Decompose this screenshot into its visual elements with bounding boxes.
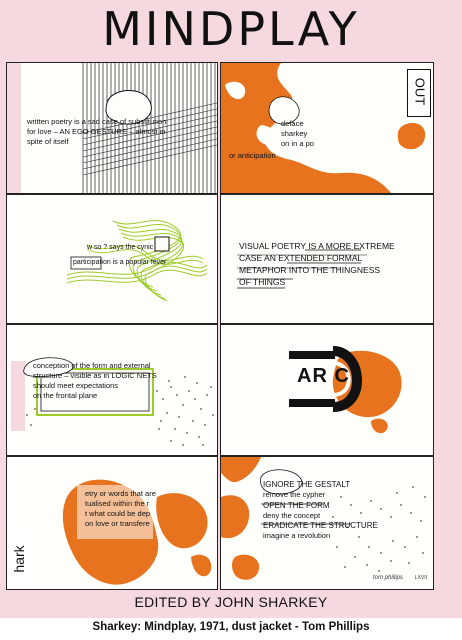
panel-arc: AR C: [220, 324, 434, 456]
panel-line: w so ? says the cynic: [87, 244, 154, 251]
artist-signature: tom phillips: [372, 575, 403, 581]
panel-line: conception of the form and external: [33, 361, 151, 370]
panel-visual-poetry: VISUAL POETRY IS A MORE EXTREME CASE AN …: [220, 194, 434, 324]
panel-participation: w so ? says the cynic participation is a…: [6, 194, 218, 324]
panel-line: written poetry is a sad case of substitu…: [27, 117, 167, 126]
panel-line: should meet expectations: [33, 381, 119, 390]
panel-line: spite of itself: [27, 137, 69, 146]
signature-date: LXVII: [414, 575, 427, 581]
panel-line: ERADICATE THE STRUCTURE: [263, 521, 378, 530]
arc-artwork: [289, 346, 402, 434]
panel-grid: written poetry is a sad case of substitu…: [6, 62, 434, 590]
panel-line: on the frontal plane: [33, 391, 98, 400]
arc-label: AR C: [297, 365, 350, 387]
panel-hark: hark etry or words that are tualised wit…: [6, 456, 218, 590]
panel-line: IGNORE THE GESTALT: [263, 480, 351, 489]
panel-line: participation is a popular fever: [73, 259, 167, 266]
out-label: OUT: [412, 77, 428, 106]
panel-line: sharkey: [281, 129, 308, 138]
editor-credit: EDITED BY JOHN SHARKEY: [134, 594, 328, 610]
panel-line: CASE AN EXTENDED FORMAL: [239, 253, 363, 263]
panel-logic-nets: conception of the form and external stru…: [6, 324, 218, 456]
panel-ego-gesture: written poetry is a sad case of substitu…: [6, 62, 218, 194]
image-caption: Sharkey: Mindplay, 1971, dust jacket - T…: [92, 621, 370, 633]
out-box: OUT: [407, 69, 431, 117]
panel-line: on in a po: [281, 139, 314, 148]
panel-line: OF THINGS: [239, 277, 286, 287]
panel-gestalt: IGNORE THE GESTALT remove the cypher OPE…: [220, 456, 434, 590]
panel-line: OPEN THE FORM: [263, 501, 330, 510]
panel-deface: OUT deface sharkey on in a po or anticip…: [220, 62, 434, 194]
panel-line: structure – visible as in LOGIC NETS: [33, 371, 157, 380]
panel-line: or anticipation: [229, 151, 276, 160]
panel-line: METAPHOR INTO THE THINGNESS: [239, 265, 381, 275]
panel-line: etry or words that are: [85, 489, 156, 498]
orange-stain-artwork: [221, 63, 426, 193]
panel-line: t what could be dep: [85, 509, 151, 518]
panel-line: remove the cypher: [263, 490, 326, 499]
panel-line: on love or transfere: [85, 519, 150, 528]
hark-box: hark: [7, 529, 31, 589]
panel-line: VISUAL POETRY IS A MORE EXTREME: [239, 241, 395, 251]
panel-line: imagine a revolution: [263, 531, 331, 540]
panel-line: tualised within the r: [85, 499, 150, 508]
panel-line: for love – AN EGO GESTURE – almost in: [27, 127, 166, 136]
panel-line: deface: [281, 119, 304, 128]
book-title: MINDPLAY: [102, 2, 360, 56]
hark-label: hark: [11, 545, 27, 573]
dust-jacket-cover: MINDPLAY written poetry is a sad case of…: [0, 0, 462, 618]
